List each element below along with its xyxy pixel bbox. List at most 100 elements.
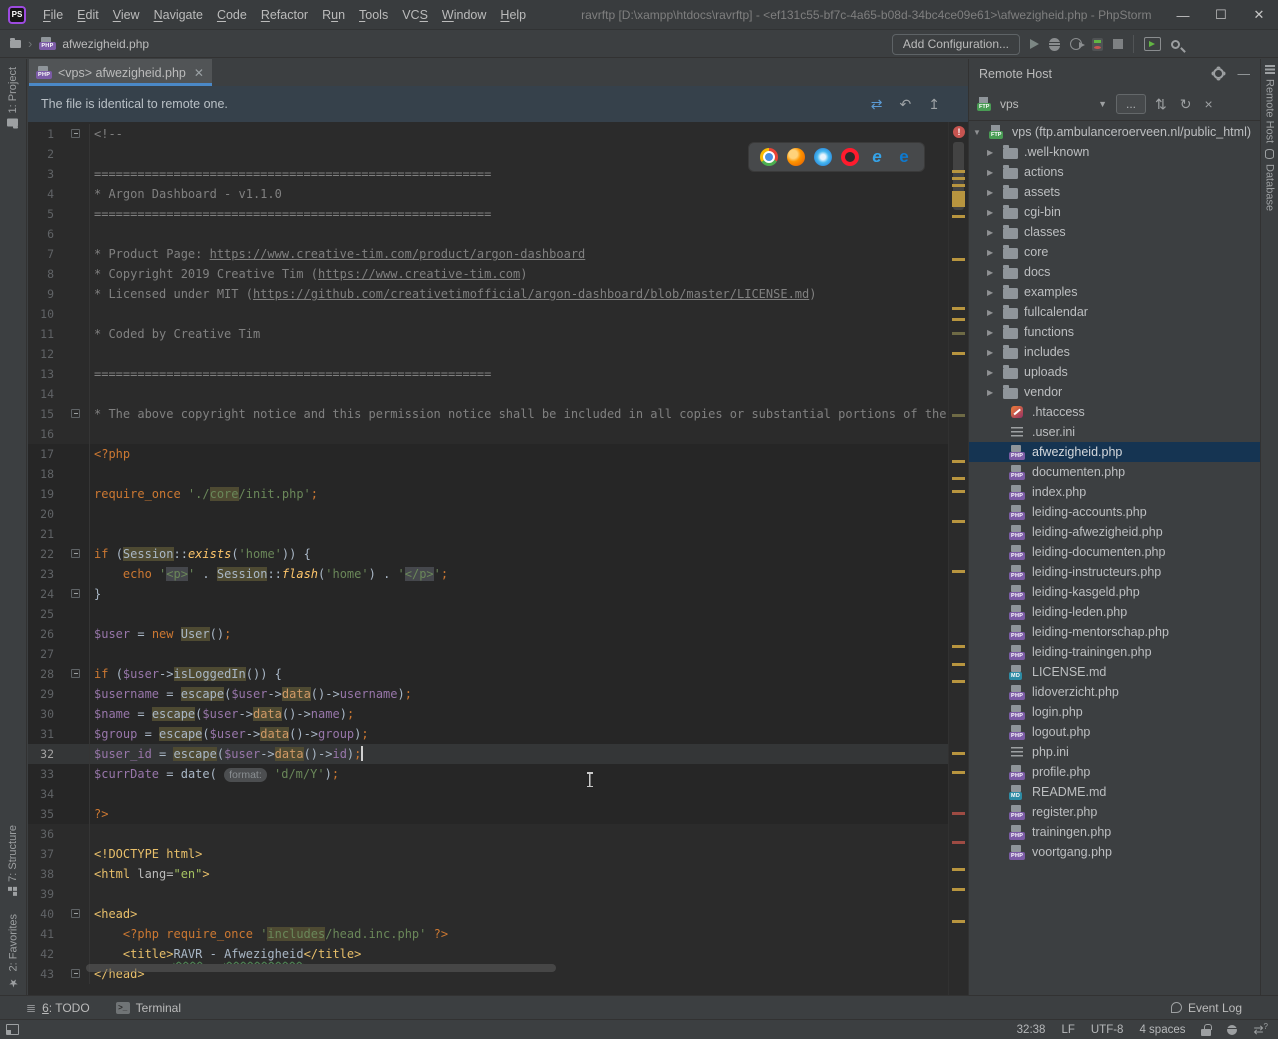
fold-gutter[interactable] — [54, 624, 90, 644]
tree-item-leiding-leden.php[interactable]: PHPleiding-leden.php — [969, 602, 1260, 622]
tree-item-assets[interactable]: ▶assets — [969, 182, 1260, 202]
toolwindow-toggle-icon[interactable] — [6, 1024, 19, 1035]
tree-item-login.php[interactable]: PHPlogin.php — [969, 702, 1260, 722]
maximize-button[interactable]: ☐ — [1202, 0, 1240, 30]
warning-mark[interactable] — [952, 332, 965, 335]
fold-gutter[interactable] — [54, 464, 90, 484]
chevron-collapsed-icon[interactable]: ▶ — [987, 268, 997, 277]
edge-browser-icon[interactable]: e — [895, 148, 913, 166]
menu-code[interactable]: Code — [210, 4, 254, 26]
fold-gutter[interactable] — [54, 924, 90, 944]
fold-gutter[interactable] — [54, 644, 90, 664]
warning-mark[interactable] — [952, 414, 965, 417]
fold-gutter[interactable] — [54, 904, 90, 924]
fold-gutter[interactable] — [54, 444, 90, 464]
chevron-collapsed-icon[interactable]: ▶ — [987, 328, 997, 337]
tree-item-index.php[interactable]: PHPindex.php — [969, 482, 1260, 502]
chevron-collapsed-icon[interactable]: ▶ — [987, 388, 997, 397]
tree-item-.htaccess[interactable]: .htaccess — [969, 402, 1260, 422]
fold-marker-icon[interactable] — [71, 589, 80, 598]
event-log-button[interactable]: Event Log — [1171, 1001, 1242, 1015]
minimize-button[interactable]: — — [1164, 0, 1202, 30]
tree-item-leiding-accounts.php[interactable]: PHPleiding-accounts.php — [969, 502, 1260, 522]
fold-marker-icon[interactable] — [71, 669, 80, 678]
tree-item-leiding-trainingen.php[interactable]: PHPleiding-trainingen.php — [969, 642, 1260, 662]
coverage-icon[interactable] — [1070, 38, 1082, 50]
fold-gutter[interactable] — [54, 384, 90, 404]
toolwindow-favorites[interactable]: ★ 2: Favorites — [7, 914, 20, 989]
caret-position[interactable]: 32:38 — [1017, 1024, 1046, 1036]
tree-item-actions[interactable]: ▶actions — [969, 162, 1260, 182]
warning-mark[interactable] — [952, 460, 965, 463]
fold-gutter[interactable] — [54, 164, 90, 184]
server-selector[interactable]: FTP vps ▼ — [977, 97, 1107, 111]
menu-file[interactable]: File — [36, 4, 70, 26]
fold-gutter[interactable] — [54, 404, 90, 424]
tree-item-logout.php[interactable]: PHPlogout.php — [969, 722, 1260, 742]
fold-gutter[interactable] — [54, 184, 90, 204]
tree-item-examples[interactable]: ▶examples — [969, 282, 1260, 302]
compare-remote-icon[interactable]: ⇄ — [871, 96, 883, 113]
fold-gutter[interactable] — [54, 544, 90, 564]
tree-item-profile.php[interactable]: PHPprofile.php — [969, 762, 1260, 782]
tree-item-uploads[interactable]: ▶uploads — [969, 362, 1260, 382]
stop-icon[interactable] — [1113, 39, 1123, 49]
menu-help[interactable]: Help — [493, 4, 533, 26]
warning-mark[interactable] — [952, 477, 965, 480]
tree-item-LICENSE.md[interactable]: MDLICENSE.md — [969, 662, 1260, 682]
fold-gutter[interactable] — [54, 784, 90, 804]
tree-item-leiding-mentorschap.php[interactable]: PHPleiding-mentorschap.php — [969, 622, 1260, 642]
safari-browser-icon[interactable] — [814, 148, 832, 166]
tree-item-documenten.php[interactable]: PHPdocumenten.php — [969, 462, 1260, 482]
add-configuration-button[interactable]: Add Configuration... — [892, 34, 1020, 55]
fold-gutter[interactable] — [54, 824, 90, 844]
tree-item-vendor[interactable]: ▶vendor — [969, 382, 1260, 402]
tree-item-.well-known[interactable]: ▶.well-known — [969, 142, 1260, 162]
tree-item-trainingen.php[interactable]: PHPtrainingen.php — [969, 822, 1260, 842]
chevron-collapsed-icon[interactable]: ▶ — [987, 208, 997, 217]
line-ending[interactable]: LF — [1061, 1024, 1074, 1036]
fold-gutter[interactable] — [54, 844, 90, 864]
tree-item-leiding-afwezigheid.php[interactable]: PHPleiding-afwezigheid.php — [969, 522, 1260, 542]
tree-item-core[interactable]: ▶core — [969, 242, 1260, 262]
fold-gutter[interactable] — [54, 144, 90, 164]
browse-remote-button[interactable]: ... — [1116, 94, 1146, 114]
fold-marker-icon[interactable] — [71, 909, 80, 918]
opera-browser-icon[interactable] — [841, 148, 859, 166]
readonly-lock-icon[interactable] — [1201, 1029, 1211, 1036]
chevron-collapsed-icon[interactable]: ▶ — [987, 148, 997, 157]
fold-marker-icon[interactable] — [71, 549, 80, 558]
search-everywhere-icon[interactable] — [1171, 40, 1180, 49]
fold-marker-icon[interactable] — [71, 129, 80, 138]
tree-item-docs[interactable]: ▶docs — [969, 262, 1260, 282]
toolwindow-structure[interactable]: 7: Structure — [7, 825, 19, 896]
fold-gutter[interactable] — [54, 244, 90, 264]
fold-gutter[interactable] — [54, 344, 90, 364]
fold-gutter[interactable] — [54, 744, 90, 764]
tree-item-voortgang.php[interactable]: PHPvoortgang.php — [969, 842, 1260, 862]
inspections-hector-icon[interactable] — [1227, 1025, 1237, 1035]
menu-run[interactable]: Run — [315, 4, 352, 26]
warning-mark[interactable] — [952, 663, 965, 666]
upload-icon[interactable]: ↥ — [928, 96, 940, 113]
run-icon[interactable] — [1030, 39, 1039, 49]
tree-item-leiding-kasgeld.php[interactable]: PHPleiding-kasgeld.php — [969, 582, 1260, 602]
fold-gutter[interactable] — [54, 504, 90, 524]
warning-mark[interactable] — [952, 771, 965, 774]
fold-marker-icon[interactable] — [71, 969, 80, 978]
menu-view[interactable]: View — [106, 4, 147, 26]
fold-gutter[interactable] — [54, 324, 90, 344]
chevron-collapsed-icon[interactable]: ▶ — [987, 248, 997, 257]
warning-mark[interactable] — [952, 490, 965, 493]
profiler-icon[interactable] — [1092, 38, 1103, 51]
fold-gutter[interactable] — [54, 964, 90, 984]
chevron-collapsed-icon[interactable]: ▶ — [987, 348, 997, 357]
indent-setting[interactable]: 4 spaces — [1139, 1024, 1185, 1036]
warning-mark[interactable] — [952, 191, 965, 207]
warning-mark[interactable] — [952, 680, 965, 683]
tree-item-fullcalendar[interactable]: ▶fullcalendar — [969, 302, 1260, 322]
breadcrumb-file[interactable]: afwezigheid.php — [62, 37, 149, 51]
warning-mark[interactable] — [952, 570, 965, 573]
tree-item-leiding-instructeurs.php[interactable]: PHPleiding-instructeurs.php — [969, 562, 1260, 582]
chrome-browser-icon[interactable] — [760, 148, 778, 166]
